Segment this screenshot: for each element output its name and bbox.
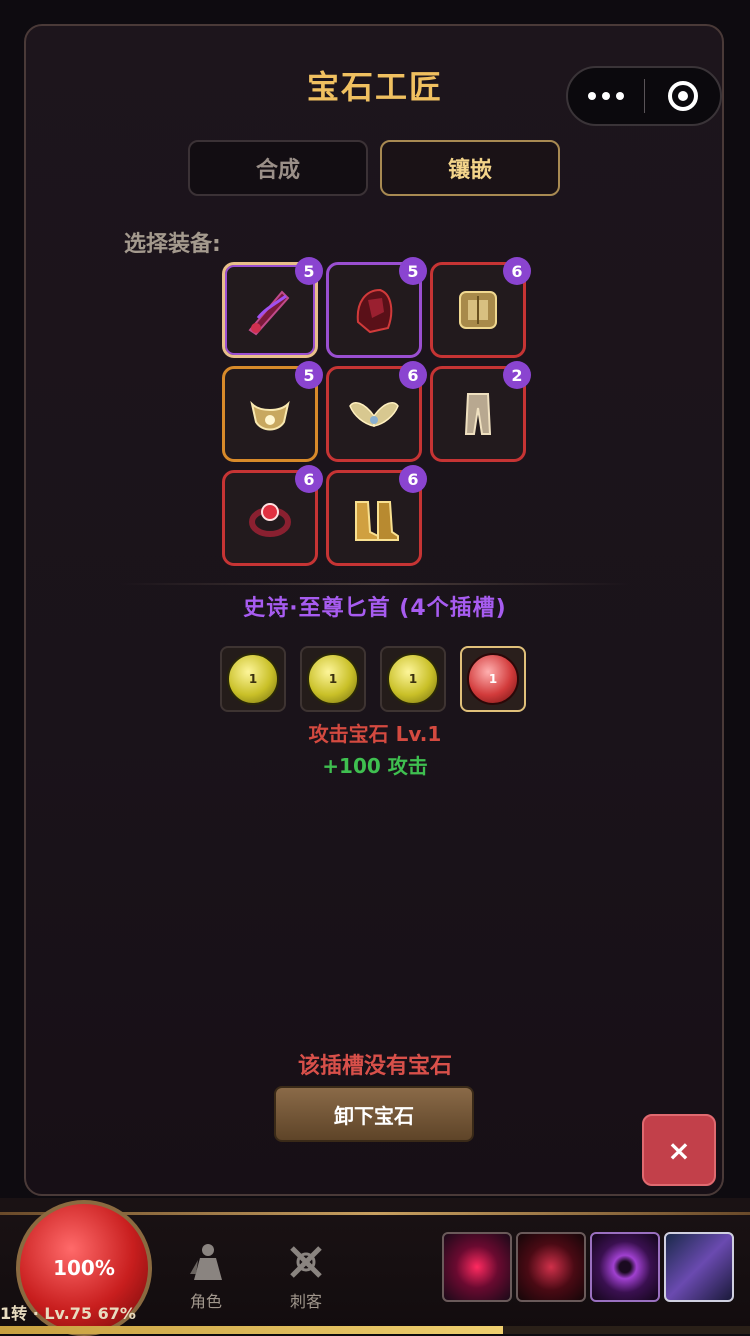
armor-icon [459, 291, 497, 329]
hp-percent: 100% [53, 1256, 115, 1280]
equip-count-badge: 5 [295, 361, 323, 389]
nav-assassin-label: 刺客 [289, 1292, 322, 1311]
equip-count-badge: 5 [295, 257, 323, 285]
dagger-icon [248, 290, 290, 336]
equip-count-badge: 6 [295, 465, 323, 493]
equip-slot-boots[interactable]: 6 [326, 465, 427, 566]
equip-count-badge: 6 [399, 361, 427, 389]
equip-slot-helmet[interactable]: 5 [326, 257, 427, 358]
close-button[interactable]: × [642, 1114, 716, 1186]
character-icon [190, 1244, 222, 1280]
equip-slot-dagger[interactable]: 5 [222, 257, 323, 358]
xp-bar-fill [0, 1326, 503, 1334]
skill-burst-icon[interactable] [442, 1232, 512, 1302]
helmet-icon [356, 288, 393, 334]
crossed-swords-icon [290, 1246, 322, 1278]
tab-inlay[interactable]: 镶嵌 [380, 140, 560, 196]
miniprogram-capsule [566, 66, 722, 126]
gem-slot-2[interactable]: 1 [300, 646, 366, 712]
tab-compose[interactable]: 合成 [188, 140, 368, 196]
boots-icon [355, 501, 399, 541]
equip-count-badge: 6 [503, 257, 531, 285]
section-divider [120, 583, 630, 585]
selected-item-name: 史诗·至尊匕首 (4个插槽) [243, 596, 507, 621]
equip-slot-ring[interactable]: 6 [222, 465, 323, 566]
unmount-gem-button[interactable]: 卸下宝石 [274, 1086, 474, 1142]
amulet-icon [250, 400, 290, 431]
xp-bar [0, 1326, 750, 1334]
gem-name: 攻击宝石 Lv.1 [308, 722, 442, 746]
equip-slot-armor[interactable]: 6 [430, 257, 531, 358]
pants-icon [464, 393, 492, 435]
yellow-gem-icon: 1 [307, 653, 359, 705]
gem-slot-3[interactable]: 1 [380, 646, 446, 712]
skill-dash-icon[interactable] [664, 1232, 734, 1302]
nav-character-label: 角色 [189, 1292, 222, 1311]
red-gem-icon: 1 [467, 653, 519, 705]
gem-slot-4[interactable]: 1 [460, 646, 526, 712]
ring-icon [249, 503, 291, 537]
select-equipment-label: 选择装备: [124, 232, 221, 257]
no-gem-message: 该插槽没有宝石 [297, 1054, 452, 1079]
nav-character[interactable]: 角色 [176, 1240, 236, 1312]
more-icon[interactable] [568, 92, 644, 100]
nav-assassin[interactable]: 刺客 [276, 1240, 336, 1312]
wings-icon [349, 402, 399, 427]
equip-count-badge: 6 [399, 465, 427, 493]
equip-count-badge: 2 [503, 361, 531, 389]
equip-slot-wings[interactable]: 6 [326, 361, 427, 462]
gem-effect: +100 攻击 [322, 754, 428, 778]
equip-slot-pants[interactable]: 2 [430, 361, 531, 462]
equip-slot-amulet[interactable]: 5 [222, 361, 323, 462]
yellow-gem-icon: 1 [387, 653, 439, 705]
skill-vortex-icon[interactable] [590, 1232, 660, 1302]
skill-slash-icon[interactable] [516, 1232, 586, 1302]
level-info: 1转 · Lv.75 67% [0, 1304, 136, 1323]
gem-slot-1[interactable]: 1 [220, 646, 286, 712]
exit-miniprogram-icon[interactable] [645, 81, 720, 111]
yellow-gem-icon: 1 [227, 653, 279, 705]
equip-count-badge: 5 [399, 257, 427, 285]
